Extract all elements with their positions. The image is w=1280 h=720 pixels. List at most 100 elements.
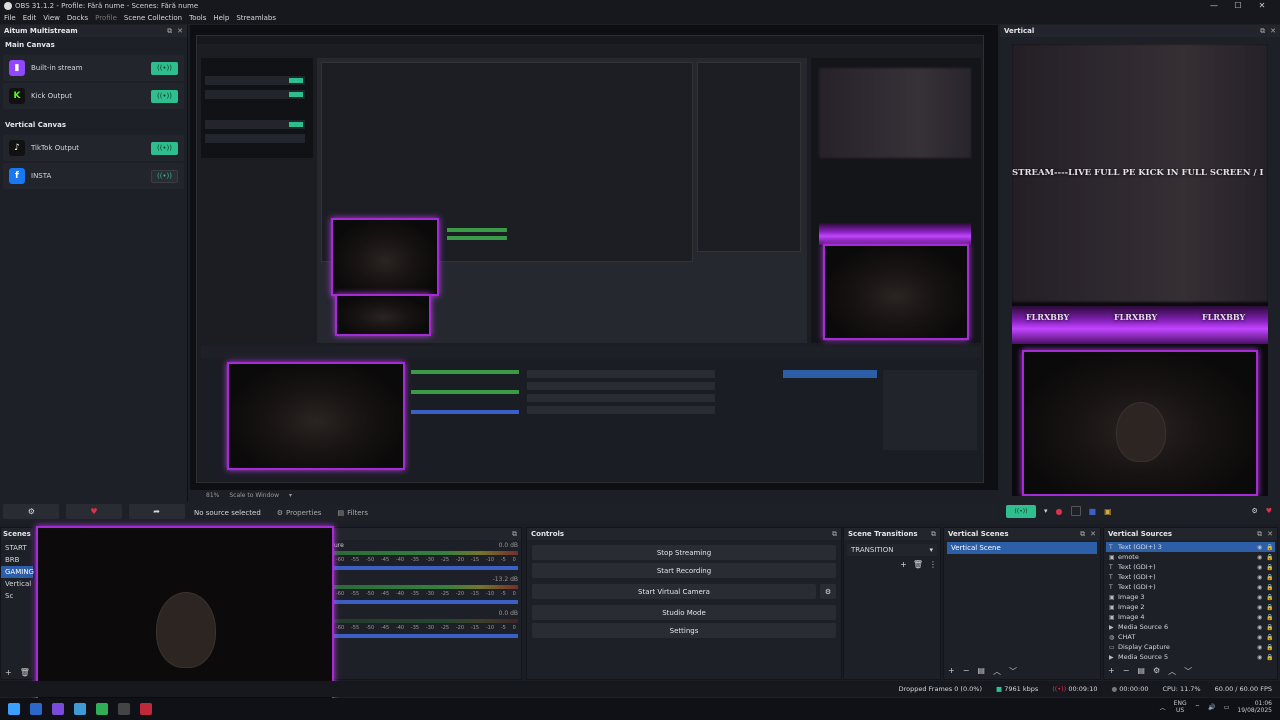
app-icon[interactable] xyxy=(140,703,152,715)
menu-streamlabs[interactable]: Streamlabs xyxy=(236,14,276,22)
gear-icon[interactable]: ⚙ xyxy=(1153,666,1160,677)
menu-edit[interactable]: Edit xyxy=(23,14,37,22)
float-icon[interactable]: ⧉ xyxy=(1080,530,1085,539)
language-indicator[interactable]: ENG US xyxy=(1174,700,1187,714)
clock[interactable]: 01:06 19/08/2025 xyxy=(1237,700,1272,714)
source-row[interactable]: ▭ Display Capture ◉ 🔒 xyxy=(1106,642,1275,652)
volume-slider[interactable] xyxy=(334,600,518,604)
virtual-camera-settings-button[interactable]: ⚙ xyxy=(820,584,836,599)
chevron-up-icon[interactable]: ︿ xyxy=(1168,666,1176,677)
app-icon[interactable] xyxy=(30,703,42,715)
float-icon[interactable]: ⧉ xyxy=(832,530,837,539)
transition-select[interactable]: TRANSITION ▾ xyxy=(847,544,937,556)
share-button[interactable]: ➦ xyxy=(128,504,185,519)
stop-streaming-button[interactable]: Stop Streaming xyxy=(532,545,836,560)
chevron-down-icon[interactable]: ▾ xyxy=(1044,507,1048,515)
filter-icon[interactable]: ▤ xyxy=(977,666,985,677)
app-icon[interactable] xyxy=(52,703,64,715)
source-row[interactable]: ▣ emote ◉ 🔒 xyxy=(1106,552,1275,562)
trash-icon[interactable]: 🗑 xyxy=(20,668,30,677)
pause-icon[interactable]: ■ xyxy=(1089,507,1097,516)
menu-scene-collection[interactable]: Scene Collection xyxy=(124,14,182,22)
menu-docks[interactable]: Docks xyxy=(67,14,88,22)
source-row[interactable]: T Text (GDI+) ◉ 🔒 xyxy=(1106,572,1275,582)
float-icon[interactable]: ⧉ xyxy=(167,27,172,36)
add-icon[interactable]: + xyxy=(5,668,12,677)
source-row[interactable]: ▶ Media Source 6 ◉ 🔒 xyxy=(1106,622,1275,632)
source-row[interactable]: T Text (GDI+) ◉ 🔒 xyxy=(1106,582,1275,592)
chevron-down-icon[interactable]: ﹀ xyxy=(1009,666,1017,677)
wifi-icon[interactable]: ⌔ xyxy=(1195,703,1201,711)
stop-icon[interactable] xyxy=(1070,506,1081,516)
volume-icon[interactable]: 🔊 xyxy=(1208,704,1215,711)
source-row[interactable]: ▶ Media Source 5 ◉ 🔒 xyxy=(1106,652,1275,662)
add-icon[interactable]: + xyxy=(900,560,907,569)
stream-toggle-button[interactable]: ((•)) xyxy=(151,61,178,75)
maximize-button[interactable]: ☐ xyxy=(1226,0,1250,12)
chevron-up-icon[interactable]: ︿ xyxy=(1160,703,1166,712)
chrome-icon[interactable] xyxy=(96,703,108,715)
stream-toggle-button[interactable]: ((•)) xyxy=(151,89,178,103)
source-row[interactable]: ◍ CHAT ◉ 🔒 xyxy=(1106,632,1275,642)
chevron-down-icon[interactable]: ▾ xyxy=(289,492,292,499)
scene-item[interactable]: Vertical Sc xyxy=(1,578,33,600)
menu-file[interactable]: File xyxy=(4,14,16,22)
heart-icon[interactable]: ♥ xyxy=(1266,507,1272,515)
trash-icon[interactable]: 🗑 xyxy=(913,560,923,569)
filter-icon[interactable]: ▤ xyxy=(1137,666,1145,677)
stream-toggle-button[interactable]: ((•)) xyxy=(151,141,178,155)
stream-toggle-button[interactable]: ((•)) xyxy=(151,169,178,183)
source-row[interactable]: ▣ Image 2 ◉ 🔒 xyxy=(1106,602,1275,612)
gear-icon[interactable]: ⚙ xyxy=(1251,507,1257,515)
source-row[interactable]: ▣ Image 3 ◉ 🔒 xyxy=(1106,592,1275,602)
windows-start-icon[interactable] xyxy=(8,703,20,715)
float-icon[interactable]: ⧉ xyxy=(931,530,936,539)
source-row[interactable]: T Text (GDI+) ◉ 🔒 xyxy=(1106,562,1275,572)
start-recording-button[interactable]: Start Recording xyxy=(532,563,836,578)
obs-icon[interactable] xyxy=(118,703,130,715)
filters-button[interactable]: ▤ Filters xyxy=(337,509,368,517)
source-row[interactable]: T Text (GDI+) 3 ◉ 🔒 xyxy=(1106,542,1275,552)
close-icon[interactable]: ✕ xyxy=(177,27,183,36)
float-icon[interactable]: ⧉ xyxy=(512,530,517,539)
studio-mode-button[interactable]: Studio Mode xyxy=(532,605,836,620)
webcam-overlay[interactable] xyxy=(36,526,334,706)
menu-profile[interactable]: Profile xyxy=(95,14,117,22)
camera-icon[interactable]: ▣ xyxy=(1104,507,1112,516)
close-icon[interactable]: ✕ xyxy=(1267,530,1273,539)
scene-item[interactable]: GAMING xyxy=(1,566,34,578)
menu-help[interactable]: Help xyxy=(213,14,229,22)
remove-icon[interactable]: − xyxy=(1123,666,1130,677)
source-row[interactable]: ▣ Image 4 ◉ 🔒 xyxy=(1106,612,1275,622)
scene-item[interactable]: START xyxy=(1,542,33,554)
chevron-down-icon[interactable]: ﹀ xyxy=(1184,666,1192,677)
remove-icon[interactable]: − xyxy=(963,666,970,677)
close-icon[interactable]: ✕ xyxy=(1270,27,1276,36)
vertical-scene-item[interactable]: Vertical Scene xyxy=(947,542,1097,554)
scale-mode-select[interactable]: Scale to Window xyxy=(229,492,279,499)
add-icon[interactable]: + xyxy=(1108,666,1115,677)
float-icon[interactable]: ⧉ xyxy=(1260,27,1265,36)
settings-button[interactable]: Settings xyxy=(532,623,836,638)
properties-button[interactable]: ⚙ Properties xyxy=(277,509,322,517)
record-icon[interactable]: ● xyxy=(1056,507,1063,516)
menu-view[interactable]: View xyxy=(43,14,60,22)
main-preview[interactable] xyxy=(190,25,998,490)
add-icon[interactable]: + xyxy=(948,666,955,677)
heart-button[interactable]: ♥ xyxy=(65,504,122,519)
menu-tools[interactable]: Tools xyxy=(189,14,206,22)
minimize-button[interactable]: — xyxy=(1202,0,1226,12)
scene-item[interactable]: BRB xyxy=(1,554,33,566)
volume-slider[interactable] xyxy=(334,634,518,638)
vertical-stream-button[interactable]: ((•)) xyxy=(1006,504,1036,518)
close-button[interactable]: ✕ xyxy=(1250,0,1274,12)
gear-button[interactable]: ⚙ xyxy=(3,504,60,519)
vertical-preview[interactable]: STREAM----LIVE FULL PE KICK IN FULL SCRE… xyxy=(1012,44,1268,496)
close-icon[interactable]: ✕ xyxy=(1090,530,1096,539)
chevron-up-icon[interactable]: ︿ xyxy=(993,666,1001,677)
app-icon[interactable] xyxy=(74,703,86,715)
volume-slider[interactable] xyxy=(334,566,518,570)
start-virtual-camera-button[interactable]: Start Virtual Camera xyxy=(532,584,816,599)
float-icon[interactable]: ⧉ xyxy=(1257,530,1262,539)
battery-icon[interactable]: ▭ xyxy=(1224,704,1230,711)
